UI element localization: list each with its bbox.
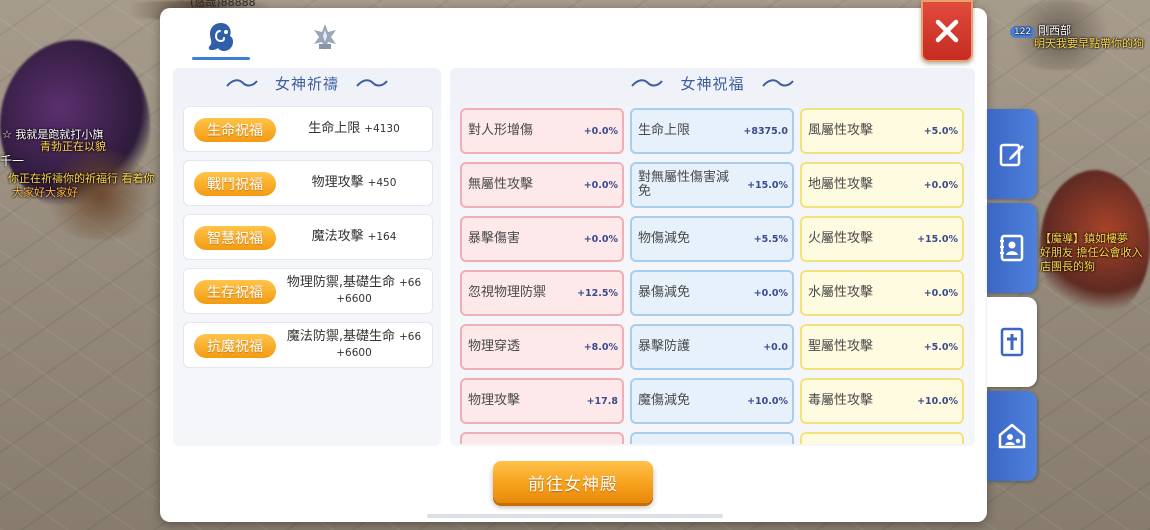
edit-icon (999, 143, 1024, 167)
side-tab-bar (987, 109, 1037, 485)
side-tab-edit[interactable] (987, 109, 1037, 199)
prayer-stat-wisdom: 魔法攻擊 +164 (311, 229, 397, 244)
world-player-chat-2: 大家好大家好 (12, 186, 78, 199)
goddess-prayer-section: 女神祈禱 生命祝福 生命上限+4130 戰鬥祝福 物理攻擊+450 智慧祝福 (173, 68, 441, 446)
prayer-stat-antimagic: 魔法防禦,基礎生命 +66 +6600 (286, 329, 422, 359)
goddess-blessing-header: 女神祝福 (450, 68, 975, 98)
world-player-right-2: 好朋友 擔任公會收入 (1040, 246, 1143, 259)
stat-cell: 生命上限 +8375.0 (630, 108, 794, 154)
world-player-top-right-sub: 明天我要早點帶你的狗 (1034, 37, 1144, 50)
prayer-label-survival[interactable]: 生存祝福 (194, 280, 276, 304)
prayer-row-life: 生命祝福 生命上限 +4130 (183, 106, 433, 152)
prayer-label-battle[interactable]: 戰鬥祝福 (194, 172, 276, 196)
stat-cell: 無屬性攻擊 +0.0% (460, 162, 624, 208)
prayer-row-survival: 生存祝福 物理防禦,基礎生命 +66 +6600 (183, 268, 433, 314)
stat-cell: 地屬性攻擊 +0.0% (800, 162, 964, 208)
stat-cell: 火屬性攻擊 +15.0% (800, 216, 964, 262)
ornament-swirl-left-icon (631, 79, 664, 87)
goddess-blessing-panel: 女神祈禱 生命祝福 生命上限+4130 戰鬥祝福 物理攻擊+450 智慧祝福 (160, 0, 987, 522)
stat-cell: 風屬性攻擊 +5.0% (800, 108, 964, 154)
prayer-stat-survival: 物理防禦,基礎生命 +66 +6600 (286, 275, 422, 305)
stat-cell: 水屬性攻擊 +0.0% (800, 270, 964, 316)
horizontal-scrollbar[interactable] (427, 514, 723, 518)
tab-crystal[interactable] (296, 14, 354, 60)
stat-cell-partial (800, 432, 964, 444)
stat-cell: 對人形增傷 +0.0% (460, 108, 624, 154)
prayer-stat-life: 生命上限 +4130 (308, 121, 400, 136)
guild-home-icon (998, 423, 1026, 449)
level-badge: 122 (1010, 26, 1036, 38)
blessing-stats-grid[interactable]: 對人形增傷 +0.0% 生命上限 +8375.0 風屬性攻擊 +5.0% 無屬性攻擊 +… (460, 108, 965, 444)
contacts-book-icon (1000, 234, 1024, 262)
prayer-list: 生命祝福 生命上限 +4130 戰鬥祝福 物理攻擊 +450 智慧祝福 魔法攻擊 +1… (183, 106, 433, 376)
close-button[interactable] (921, 0, 973, 62)
stat-cell: 物傷減免 +5.5% (630, 216, 794, 262)
side-tab-guild[interactable] (987, 391, 1037, 481)
stat-cell: 暴擊傷害 +0.0% (460, 216, 624, 262)
crystal-icon (314, 24, 336, 50)
blessing-stats-grid-inner: 對人形增傷 +0.0% 生命上限 +8375.0 風屬性攻擊 +5.0% 無屬性攻擊 +… (460, 108, 965, 444)
goddess-icon (208, 23, 233, 51)
prayer-label-antimagic[interactable]: 抗魔祝福 (194, 334, 276, 358)
prayer-row-antimagic: 抗魔祝福 魔法防禦,基礎生命 +66 +6600 (183, 322, 433, 368)
stat-cell: 對無屬性傷害減免 +15.0% (630, 162, 794, 208)
world-player-top-right: 122 剛西部 (1010, 24, 1071, 38)
side-tab-goddess[interactable] (987, 297, 1037, 387)
ornament-swirl-right-icon (356, 79, 388, 87)
prayer-label-life[interactable]: 生命祝福 (194, 118, 276, 142)
world-player-name-2: 千一 (0, 154, 25, 168)
ornament-swirl-left-icon (226, 79, 258, 87)
goto-goddess-temple-button[interactable]: 前往女神殿 (493, 461, 653, 503)
stat-cell: 毒屬性攻擊 +10.0% (800, 378, 964, 424)
goddess-prayer-header: 女神祈禱 (173, 68, 441, 98)
close-icon (935, 19, 959, 43)
stat-cell: 暴擊防護 +0.0 (630, 324, 794, 370)
goddess-blessing-section: 女神祝福 對人形增傷 +0.0% 生命上限 +8375.0 風屬性攻擊 +5.0% 無… (450, 68, 975, 446)
prayer-stat-battle: 物理攻擊 +450 (311, 175, 397, 190)
world-player-right-1: 【魔導】鎮如樓夢 (1040, 232, 1128, 245)
stat-cell-partial (630, 432, 794, 444)
goddess-prayer-title: 女神祈禱 (274, 74, 339, 93)
stat-cell: 魔傷減免 +10.0% (630, 378, 794, 424)
prayer-row-wisdom: 智慧祝福 魔法攻擊 +164 (183, 214, 433, 260)
stat-cell: 物理穿透 +8.0% (460, 324, 624, 370)
world-player-chat-1: 你正在祈禱你的祈福行 看着你 (8, 172, 155, 185)
stat-cell: 暴傷減免 +0.0% (630, 270, 794, 316)
stat-cell: 忽視物理防禦 +12.5% (460, 270, 624, 316)
ornament-swirl-right-icon (761, 79, 794, 87)
stat-cell: 聖屬性攻擊 +5.0% (800, 324, 964, 370)
side-tab-contacts[interactable] (987, 203, 1037, 293)
stat-cell: 物理攻擊 +17.8 (460, 378, 624, 424)
tab-goddess[interactable] (192, 14, 250, 60)
prayer-label-wisdom[interactable]: 智慧祝福 (194, 226, 276, 250)
stat-cell-partial (460, 432, 624, 444)
world-player-title-1: 青勃正在以貌 (40, 140, 106, 153)
goddess-blessing-title: 女神祝福 (680, 74, 745, 93)
player-crowd-right (1040, 170, 1150, 320)
prayer-row-battle: 戰鬥祝福 物理攻擊 +450 (183, 160, 433, 206)
world-player-right-3: 店團長的狗 (1040, 260, 1095, 273)
cross-book-icon (1000, 327, 1024, 357)
